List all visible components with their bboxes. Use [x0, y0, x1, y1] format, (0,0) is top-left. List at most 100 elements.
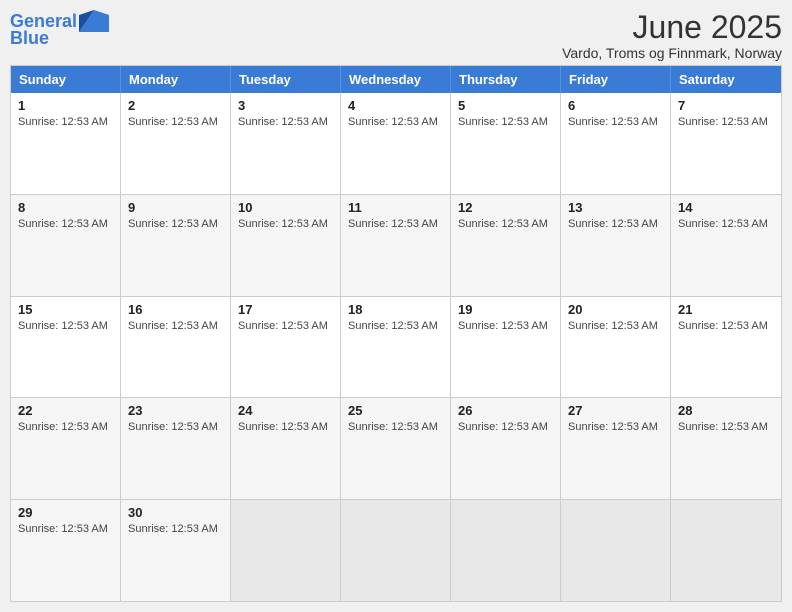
col-friday: Friday [561, 66, 671, 93]
sunrise-text: Sunrise: 12:53 AM [678, 218, 774, 230]
day-cell: 23Sunrise: 12:53 AM [121, 398, 231, 499]
day-number: 10 [238, 200, 333, 215]
day-cell: 22 Sunrise: 12:53 AM [11, 398, 121, 499]
sunrise-text: Sunrise: 12:53 AM [678, 116, 774, 128]
day-cell: 11Sunrise: 12:53 AM [341, 195, 451, 296]
col-monday: Monday [121, 66, 231, 93]
day-cell: 18 Sunrise: 12:53 AM [341, 297, 451, 398]
day-number: 30 [128, 505, 223, 520]
week-row-2: 8 Sunrise: 12:53 AM 9 Sunrise: 12:53 AM 10 Su… [11, 194, 781, 296]
day-number: 19 [458, 302, 553, 317]
day-number: 7 [678, 98, 774, 113]
sunrise-text: Sunrise: 12:53 AM [348, 116, 443, 128]
day-cell: 17 Sunrise: 12:53 AM [231, 297, 341, 398]
day-cell [561, 500, 671, 601]
week-row-4: 22Sunrise: 12:53 AM23Sunrise: 12:53 AM24… [11, 397, 781, 499]
header: General Blue June 2025 Vardo, Troms og F… [10, 10, 782, 61]
day-number: 12 [458, 200, 553, 215]
day-number: 9 [128, 200, 223, 215]
sunrise-text: Sunrise: 12:53 AM [238, 320, 333, 332]
day-number: 22 [18, 403, 113, 418]
sunrise-text: Sunrise: 12:53 AM [458, 116, 553, 128]
day-number: 18 [348, 302, 443, 317]
day-cell [231, 500, 341, 601]
sunrise-text: Sunrise: 12:53 AM [128, 218, 223, 230]
sunrise-text: Sunrise: 12:53 AM [238, 218, 333, 230]
day-number: 1 [18, 98, 113, 113]
week-row-5: 29 Sunrise: 12:53 AM 30 Sunrise: 12:53 AM [11, 499, 781, 601]
day-cell: 30 Sunrise: 12:53 AM [121, 500, 231, 601]
sunrise-text: Sunrise: 12:53 AM [458, 218, 553, 230]
sunrise-text: Sunrise: 12:53 AM [458, 320, 553, 332]
day-number: 2 [128, 98, 223, 113]
sunrise-text: Sunrise: 12:53 AM [678, 320, 774, 332]
sunrise-text: Sunrise: 12:53 AM [238, 421, 333, 433]
weeks-container: 1Sunrise: 12:53 AM2Sunrise: 12:53 AM3Sun… [11, 93, 781, 601]
logo-blue: Blue [10, 28, 49, 49]
sunrise-text: Sunrise: 12:53 AM [18, 218, 113, 230]
day-number: 3 [238, 98, 333, 113]
day-number: 24 [238, 403, 333, 418]
day-number: 26 [458, 403, 553, 418]
day-cell: 1Sunrise: 12:53 AM [11, 93, 121, 194]
calendar: Sunday Monday Tuesday Wednesday Thursday… [10, 65, 782, 602]
sunrise-text: Sunrise: 12:53 AM [128, 320, 223, 332]
day-cell: 14 Sunrise: 12:53 AM [671, 195, 781, 296]
sunrise-text: Sunrise: 12:53 AM [568, 218, 663, 230]
sunrise-text: Sunrise: 12:53 AM [18, 523, 113, 535]
day-cell: 26Sunrise: 12:53 AM [451, 398, 561, 499]
sunrise-text: Sunrise: 12:53 AM [238, 116, 333, 128]
sunrise-text: Sunrise: 12:53 AM [128, 116, 223, 128]
col-saturday: Saturday [671, 66, 781, 93]
day-number: 20 [568, 302, 663, 317]
day-cell: 28 Sunrise: 12:53 AM [671, 398, 781, 499]
day-cell: 21 Sunrise: 12:53 AM [671, 297, 781, 398]
day-cell: 13 Sunrise: 12:53 AM [561, 195, 671, 296]
day-cell: 19 Sunrise: 12:53 AM [451, 297, 561, 398]
column-headers: Sunday Monday Tuesday Wednesday Thursday… [11, 66, 781, 93]
day-number: 14 [678, 200, 774, 215]
day-number: 29 [18, 505, 113, 520]
sunrise-text: Sunrise: 12:53 AM [348, 320, 443, 332]
day-number: 6 [568, 98, 663, 113]
day-number: 15 [18, 302, 113, 317]
day-cell: 29 Sunrise: 12:53 AM [11, 500, 121, 601]
page: General Blue June 2025 Vardo, Troms og F… [0, 0, 792, 612]
day-number: 28 [678, 403, 774, 418]
title-block: June 2025 Vardo, Troms og Finnmark, Norw… [562, 10, 782, 61]
day-cell: 7 Sunrise: 12:53 AM [671, 93, 781, 194]
day-cell: 24 Sunrise: 12:53 AM [231, 398, 341, 499]
col-thursday: Thursday [451, 66, 561, 93]
day-cell: 9 Sunrise: 12:53 AM [121, 195, 231, 296]
sunrise-text: Sunrise: 12:53 AM [128, 523, 223, 535]
day-cell: 4Sunrise: 12:53 AM [341, 93, 451, 194]
day-cell: 2 Sunrise: 12:53 AM [121, 93, 231, 194]
day-cell: 6Sunrise: 12:53 AM [561, 93, 671, 194]
day-cell: 10 Sunrise: 12:53 AM [231, 195, 341, 296]
day-cell: 25Sunrise: 12:53 AM [341, 398, 451, 499]
day-number: 27 [568, 403, 663, 418]
sunrise-text: Sunrise: 12:53 AM [678, 421, 774, 433]
sunrise-text: Sunrise: 12:53 AM [568, 421, 663, 433]
day-cell: 3 Sunrise: 12:53 AM [231, 93, 341, 194]
week-row-1: 1Sunrise: 12:53 AM2Sunrise: 12:53 AM3Sun… [11, 93, 781, 194]
day-cell [451, 500, 561, 601]
day-number: 11 [348, 200, 443, 215]
day-number: 8 [18, 200, 113, 215]
day-number: 21 [678, 302, 774, 317]
day-cell: 27 Sunrise: 12:53 AM [561, 398, 671, 499]
col-tuesday: Tuesday [231, 66, 341, 93]
sunrise-text: Sunrise: 12:53 AM [18, 421, 113, 433]
day-cell: 16Sunrise: 12:53 AM [121, 297, 231, 398]
logo-icon [79, 10, 109, 32]
day-number: 25 [348, 403, 443, 418]
col-wednesday: Wednesday [341, 66, 451, 93]
day-number: 5 [458, 98, 553, 113]
location: Vardo, Troms og Finnmark, Norway [562, 45, 782, 61]
day-cell: 8 Sunrise: 12:53 AM [11, 195, 121, 296]
day-number: 23 [128, 403, 223, 418]
day-cell [671, 500, 781, 601]
day-number: 17 [238, 302, 333, 317]
day-number: 13 [568, 200, 663, 215]
month-title: June 2025 [562, 10, 782, 45]
